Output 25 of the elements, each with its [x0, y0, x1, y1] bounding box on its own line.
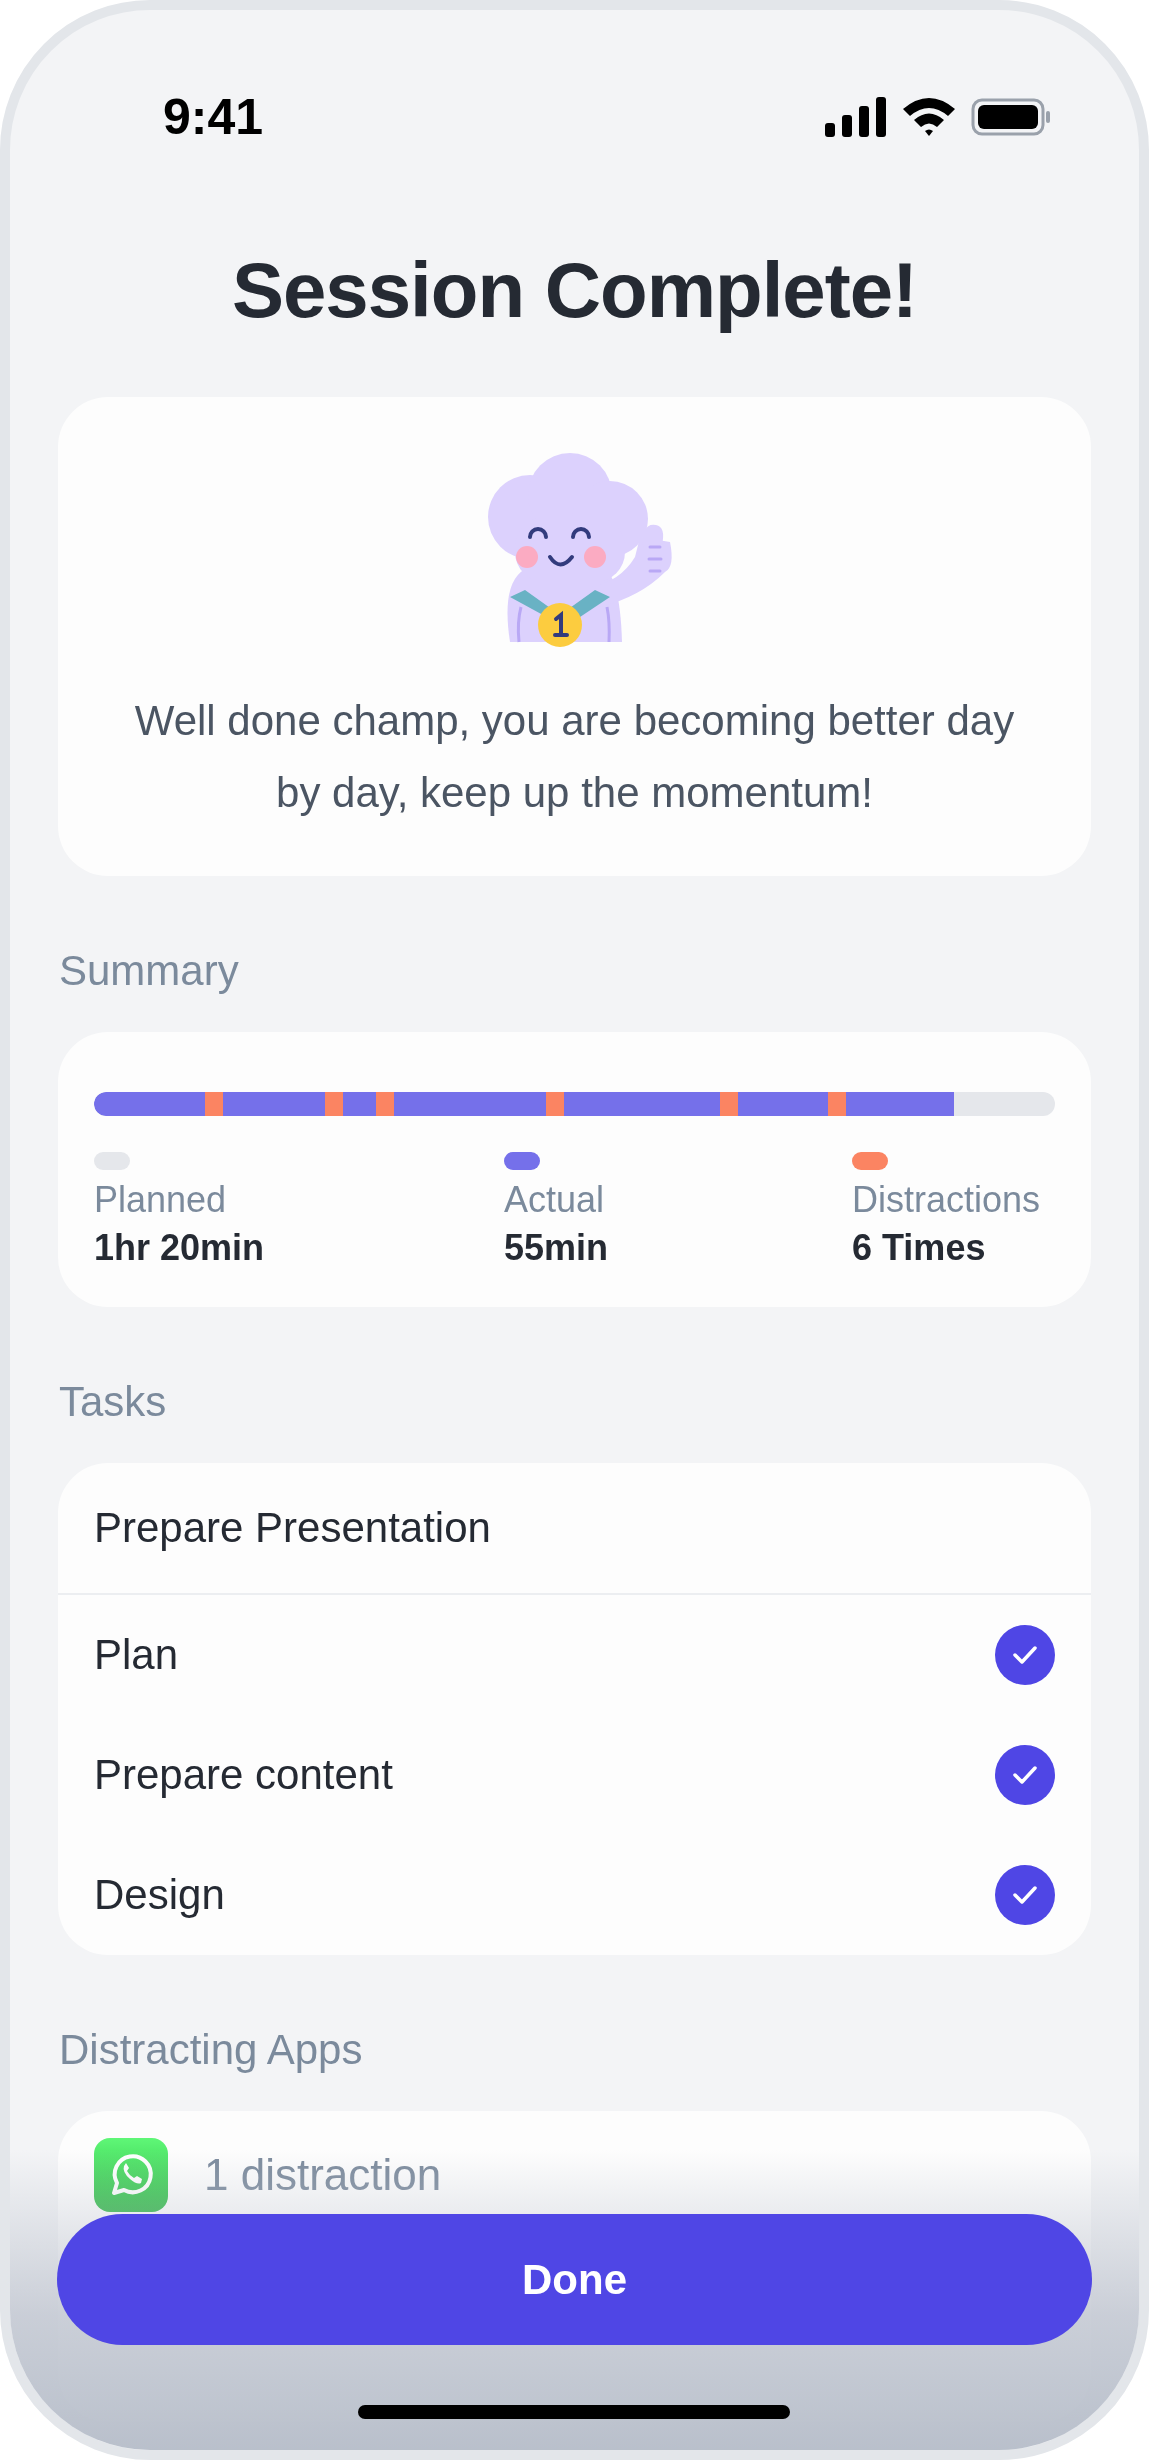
legend-value: 6 Times: [852, 1226, 987, 1270]
legend-value: 55min: [504, 1226, 610, 1270]
section-heading: Distracting Apps: [58, 2025, 364, 2075]
done-button[interactable]: Done: [57, 2214, 1092, 2345]
page-title: Session Complete!: [230, 245, 919, 336]
chat-app-icon: [94, 2138, 168, 2212]
legend-label: Actual: [504, 1178, 606, 1222]
status-time: 9:41: [163, 88, 264, 146]
task-label: Plan: [94, 1631, 179, 1679]
task-checkbox[interactable]: [995, 1625, 1055, 1685]
wifi-icon: [901, 97, 957, 137]
task-group-title: Prepare Presentation: [94, 1504, 491, 1552]
section-heading: Tasks: [58, 1377, 168, 1427]
legend-label: Planned: [94, 1178, 228, 1222]
signal-icon: [825, 97, 887, 137]
task-checkbox[interactable]: [995, 1745, 1055, 1805]
battery-icon: [971, 97, 1051, 137]
legend-value: 1hr 20min: [94, 1226, 266, 1270]
section-heading: Summary: [58, 946, 240, 996]
task-label: Prepare content: [94, 1751, 393, 1799]
task-checkbox[interactable]: [995, 1865, 1055, 1925]
task-label: Design: [94, 1871, 225, 1919]
distraction-count: 1 distraction: [204, 2150, 442, 2200]
congrats-message: Well done champ, you are becoming better day by day, keep up the momentum!: [134, 696, 1015, 818]
legend-label: Distractions: [852, 1178, 1042, 1222]
